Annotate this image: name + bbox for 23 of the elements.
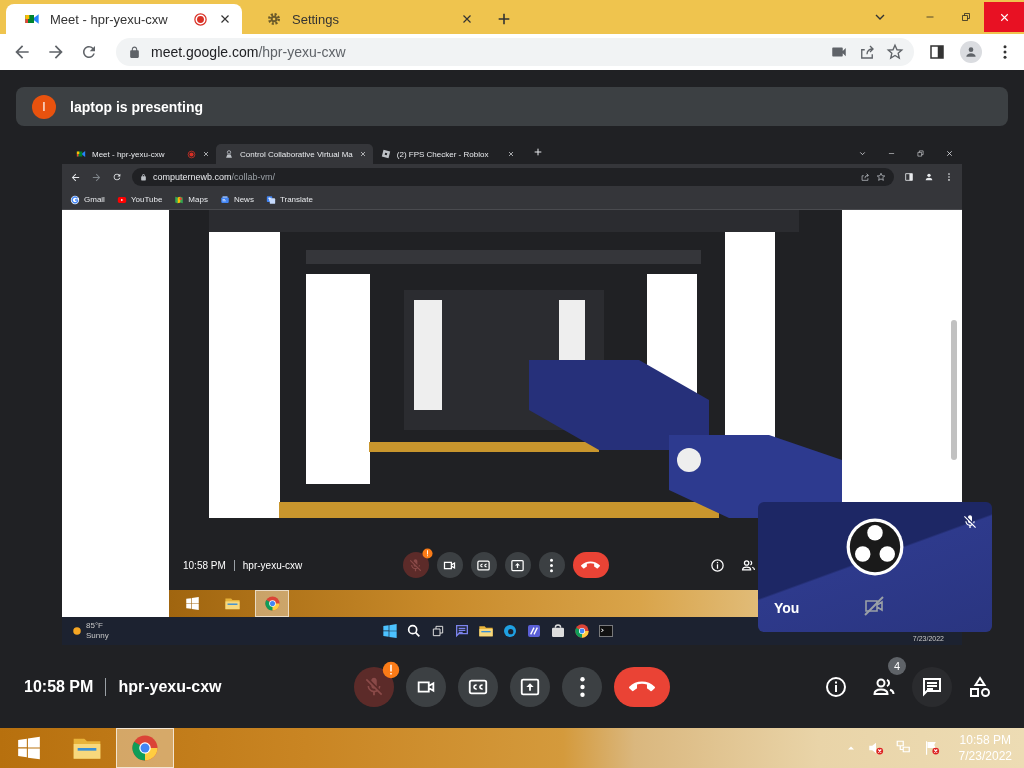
participant-count: 4	[888, 657, 906, 675]
presenter-avatar: l	[32, 94, 56, 119]
browser-tab[interactable]: Control Collaborative Virtual Ma	[216, 144, 373, 164]
browser-tab[interactable]: Settings	[248, 4, 484, 34]
meeting-time: 10:58 PM	[183, 559, 226, 571]
weather-condition: Sunny	[86, 631, 109, 641]
address-bar[interactable]: meet.google.com/hpr-yexu-cxw	[116, 38, 914, 66]
weather-temperature: 85°F	[86, 621, 104, 631]
browser-tab[interactable]: Meet - hpr-yexu-cxw	[68, 144, 216, 164]
bookmark: Translate	[279, 195, 313, 204]
meeting-code: hpr-yexu-cxw	[105, 678, 222, 696]
meeting-code: hpr-yexu-cxw	[233, 559, 303, 571]
banner-text: laptop is presenting	[70, 98, 203, 115]
browser-tab[interactable]: (2) FPS Checker - Roblox	[372, 144, 521, 164]
url-text: computernewb.com/collab-vm/	[153, 172, 277, 182]
bookmark: YouTube	[130, 195, 163, 204]
url-text: meet.google.com/hpr-yexu-cxw	[151, 44, 347, 60]
bookmark: News	[233, 195, 254, 204]
participant-name: You	[774, 600, 800, 616]
meeting-time: 10:58 PM	[24, 678, 94, 696]
browser-tab[interactable]: Meet - hpr-yexu-cxw	[6, 4, 242, 34]
bookmark: Gmail	[84, 195, 105, 204]
bookmark: Maps	[188, 195, 208, 204]
